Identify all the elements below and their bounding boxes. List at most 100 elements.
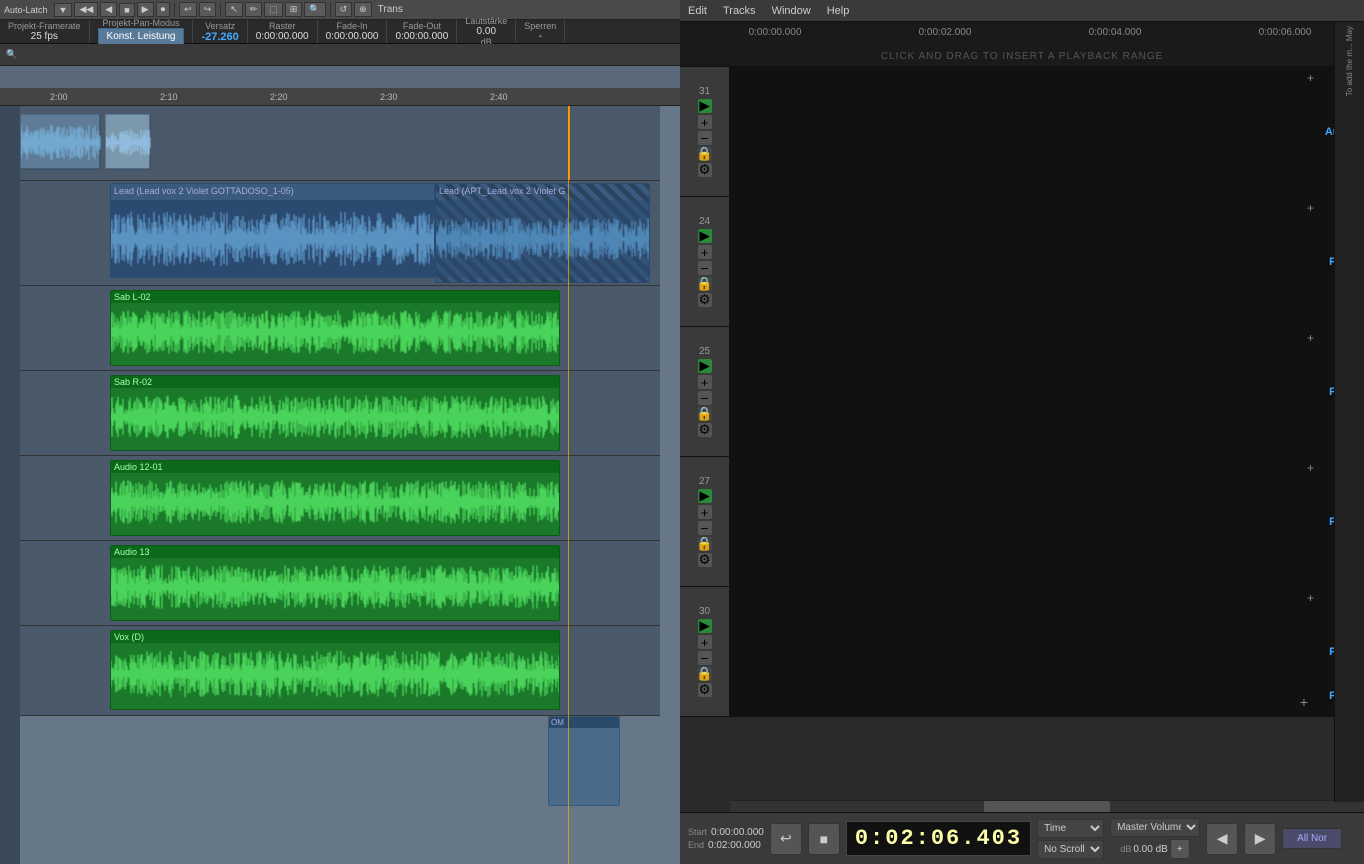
vox-d-clip[interactable]: Vox (D) [110,630,560,710]
lead-clip-2[interactable]: Lead (APT_Lead vox 2 Violet G [435,183,650,283]
track-31-plus-btn[interactable]: + [698,115,712,129]
pan-modus-label: Projekt-Pan-Modus [102,18,179,28]
right-scrollbar[interactable] [730,800,1364,812]
transport-stop-btn[interactable]: ■ [808,823,840,855]
time-0: 0:00:00.000 [690,27,860,38]
search-btn[interactable]: 🔍 [0,47,23,62]
track-30-gear-btn[interactable]: ⚙ [698,683,712,697]
sab-l-clip[interactable]: Sab L-02 [110,290,560,366]
time-labels: 0:00:00.000 0:00:02.000 0:00:04.000 0:00… [690,27,1364,38]
sab-r-title: Sab R-02 [111,376,559,388]
time-mode-section: Time No Scroll [1037,819,1104,859]
vox-d-wave [111,643,560,705]
track-30-plus-btn[interactable]: + [698,635,712,649]
track-30-green-btn[interactable]: ▶ [698,619,712,633]
start-value: 0:00:00.000 [711,827,764,838]
lead-wave-2 [436,200,650,278]
start-end-section: Start 0:00:00.000 End 0:02:00.000 [688,827,764,851]
top-toolbar: Auto-Latch ▼ ◀◀ ◀ ■ ▶ ⏺ ↩ ↪ ↖ ✏ ⬚ ⊞ 🔍 ↺ … [0,0,680,20]
click-drag-message[interactable]: CLICK AND DRAG TO INSERT A PLAYBACK RANG… [881,51,1163,62]
track-27-plus-btn[interactable]: + [698,505,712,519]
track-31-gear-btn[interactable]: ⚙ [698,163,712,177]
scrollbar-thumb[interactable] [984,801,1111,812]
toolbar-btn-6[interactable]: ↩ [179,2,197,17]
track-24-plus-btn[interactable]: + [698,245,712,259]
toolbar-btn-5[interactable]: ⏺ [156,2,171,17]
fade-out-value: 0:00:00.000 [395,31,448,42]
stats-bar: Projekt-Framerate 25 fps Projekt-Pan-Mod… [0,20,680,44]
track-25-num: 25 [699,346,710,357]
track-30-lock-btn[interactable]: 🔒 [698,667,712,681]
lautstarke-label: Lautstärke [465,16,507,26]
toolbar-btn-loop[interactable]: ↺ [335,2,353,17]
transport-rewind-btn[interactable]: ↩ [770,823,802,855]
toolbar-btn-erase[interactable]: ⬚ [264,2,283,17]
pitch-add-icon[interactable]: + [1300,694,1308,710]
track-row-30: 30 ▶ + − 🔒 ⚙ Pitch + [680,587,1364,717]
track-31-green-btn[interactable]: ▶ [698,99,712,113]
track-24-add-icon[interactable]: + [1307,201,1314,215]
menu-window[interactable]: Window [772,5,811,17]
menu-help[interactable]: Help [827,5,850,17]
toolbar-btn-select[interactable]: ⊞ [285,2,303,17]
playhead-cursor [568,106,569,864]
track-31-minus-btn[interactable]: − [698,131,712,145]
audio-12-title: Audio 12-01 [111,461,559,473]
db-label: dB [1120,844,1131,854]
toolbar-btn-arrow[interactable]: ↖ [225,2,243,17]
track-27-green-btn[interactable]: ▶ [698,489,712,503]
track-25-gear-btn[interactable]: ⚙ [698,423,712,437]
scroll-mode-select[interactable]: No Scroll [1037,840,1104,859]
track-25-lock-btn[interactable]: 🔒 [698,407,712,421]
toolbar-btn-pencil[interactable]: ✏ [245,2,263,17]
versatz-label: Versatz [205,21,235,31]
toolbar-btn-1[interactable]: ▼ [54,3,73,17]
audio-13-clip[interactable]: Audio 13 [110,545,560,621]
blue-clip-1[interactable] [20,114,100,169]
divider-2 [220,3,221,17]
menu-tracks[interactable]: Tracks [723,5,756,17]
track-24-green-btn[interactable]: ▶ [698,229,712,243]
big-time-display: 0:02:06.403 [846,821,1031,856]
track-24-gear-btn[interactable]: ⚙ [698,293,712,307]
sab-l-wave [111,303,560,361]
toolbar-btn-4[interactable]: ■ [119,3,134,17]
db-adjust-btn[interactable]: + [1170,839,1190,859]
toolbar-btn-7[interactable]: ↪ [199,2,217,17]
add-track-area: To add the m... May [1334,22,1364,802]
lead-clip-1[interactable]: Lead (Lead vox 2 Violet GOTTADOSO_1-05) [110,183,435,278]
fade-out-label: Fade-Out [403,21,441,31]
toolbar-btn-snap[interactable]: ⊕ [354,2,372,17]
blue-clip-2[interactable] [105,114,150,169]
all-nor-button[interactable]: All Nor [1282,828,1342,849]
sab-r-clip[interactable]: Sab R-02 [110,375,560,451]
toolbar-btn-2[interactable]: ◀◀ [74,2,98,17]
track-25-plus-btn[interactable]: + [698,375,712,389]
track-27-add-icon[interactable]: + [1307,461,1314,475]
pan-modus-group: Projekt-Pan-Modus Konst. Leistung [90,20,194,43]
track-30-add-icon[interactable]: + [1307,591,1314,605]
audio-12-clip[interactable]: Audio 12-01 [110,460,560,536]
konst-button[interactable]: Konst. Leistung [98,28,185,45]
toolbar-btn-zoom[interactable]: 🔍 [304,2,325,17]
track-25-add-icon[interactable]: + [1307,331,1314,345]
time-mode-select[interactable]: Time [1037,819,1104,838]
track-31-lock-btn[interactable]: 🔒 [698,147,712,161]
toolbar-btn-3[interactable]: ◀ [100,2,117,17]
track-24-lock-btn[interactable]: 🔒 [698,277,712,291]
track-31-add-icon[interactable]: + [1307,71,1314,85]
transport-next-btn[interactable]: ▶ [1244,823,1276,855]
track-30-minus-btn[interactable]: − [698,651,712,665]
track-25-green-btn[interactable]: ▶ [698,359,712,373]
track-27-lock-btn[interactable]: 🔒 [698,537,712,551]
track-27-gear-btn[interactable]: ⚙ [698,553,712,567]
audio-12-track-row: Audio 12-01 [20,456,660,541]
toolbar-btn-play[interactable]: ▶ [137,2,154,17]
master-volume-select[interactable]: Master Volume [1110,818,1200,837]
transport-prev-btn[interactable]: ◀ [1206,823,1238,855]
menu-edit[interactable]: Edit [688,5,707,17]
track-24-minus-btn[interactable]: − [698,261,712,275]
track-25-minus-btn[interactable]: − [698,391,712,405]
track-27-minus-btn[interactable]: − [698,521,712,535]
om-clip[interactable]: OM [548,716,620,806]
